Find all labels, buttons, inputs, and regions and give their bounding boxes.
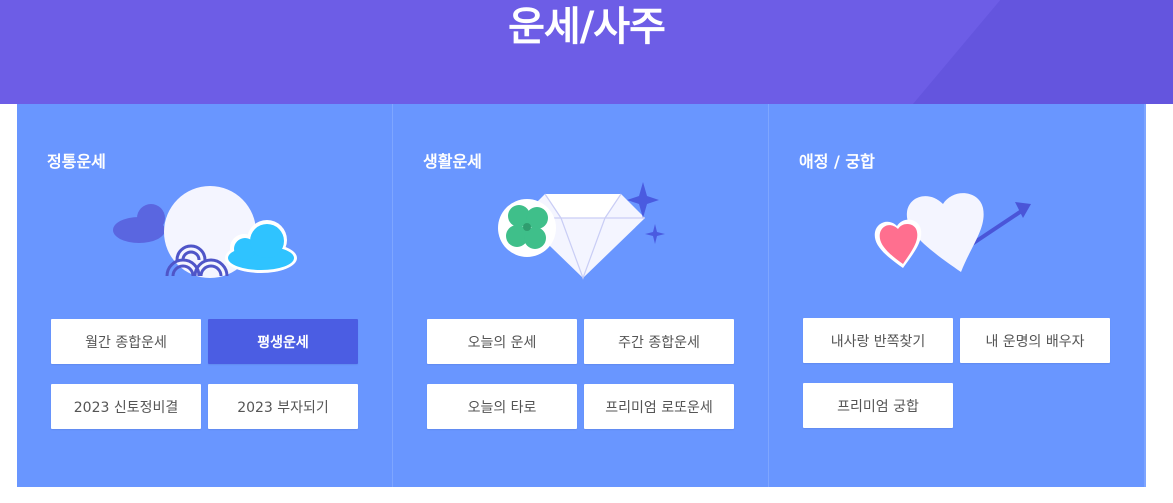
premium-compatibility-button[interactable]: 프리미엄 궁합 xyxy=(803,383,953,428)
premium-lotto-button[interactable]: 프리미엄 로또운세 xyxy=(584,384,734,429)
moon-cloud-illustration-icon xyxy=(113,186,297,278)
column-love-compatibility: 애정 / 궁합 내사랑 반쪽찾기 내 운명의 배우자 프리미엄 궁합 xyxy=(769,104,1144,487)
column-title: 정통운세 xyxy=(47,152,106,171)
clover-diamond-illustration-icon xyxy=(498,182,665,280)
column-traditional-fortune: 정통운세 월간 종합운세 평생운세 2023 신토정비결 2023 부자되기 xyxy=(17,104,392,487)
lifetime-fortune-button[interactable]: 평생운세 xyxy=(208,319,358,364)
page-title: 운세/사주 xyxy=(508,4,666,50)
today-fortune-button[interactable]: 오늘의 운세 xyxy=(427,319,577,364)
column-title: 생활운세 xyxy=(423,152,482,171)
weekly-fortune-button[interactable]: 주간 종합운세 xyxy=(584,319,734,364)
monthly-fortune-button[interactable]: 월간 종합운세 xyxy=(51,319,201,364)
page-header: 운세/사주 xyxy=(0,0,1173,104)
column-daily-fortune: 생활운세 오늘의 운세 주간 종합운세 오늘의 타로 프리미엄 로또운세 xyxy=(393,104,768,487)
find-soulmate-button[interactable]: 내사랑 반쪽찾기 xyxy=(803,318,953,363)
hearts-arrow-illustration-icon xyxy=(874,193,1031,272)
fortune-menu-panel: 정통운세 월간 종합운세 평생운세 2023 신토정비결 2023 부자되기 생… xyxy=(17,104,1144,487)
destined-spouse-button[interactable]: 내 운명의 배우자 xyxy=(960,318,1110,363)
tojeong-2023-button[interactable]: 2023 신토정비결 xyxy=(51,384,201,429)
column-title: 애정 / 궁합 xyxy=(799,152,875,171)
panel-edge xyxy=(1144,104,1146,487)
today-tarot-button[interactable]: 오늘의 타로 xyxy=(427,384,577,429)
wealth-2023-button[interactable]: 2023 부자되기 xyxy=(208,384,358,429)
